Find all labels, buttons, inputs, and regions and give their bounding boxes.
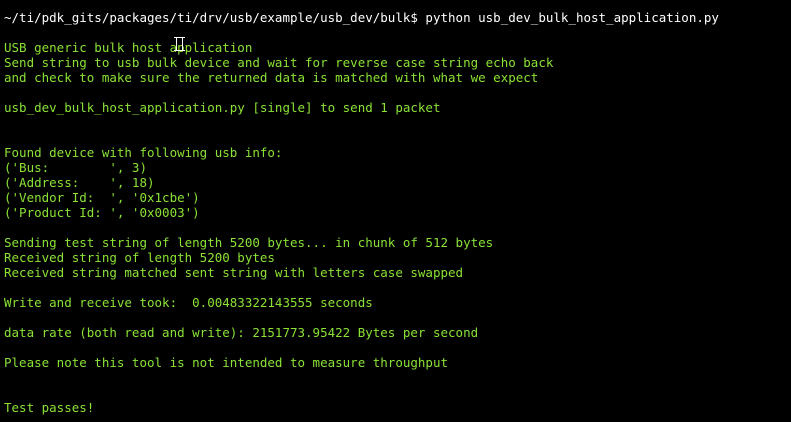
output-note: Please note this tool is not intended to… [4, 355, 449, 370]
output-timing: Write and receive took: 0.00483322143555… [4, 295, 373, 310]
output-usage: usb_dev_bulk_host_application.py [single… [4, 100, 441, 115]
output-vendor-id: ('Vendor Id: ', '0x1cbe') [4, 190, 200, 205]
output-address: ('Address: ', 18) [4, 175, 155, 190]
prompt-line: ~/ti/pdk_gits/packages/ti/drv/usb/exampl… [4, 10, 719, 25]
output-intro-desc-2: and check to make sure the returned data… [4, 70, 539, 85]
output-sending: Sending test string of length 5200 bytes… [4, 235, 494, 250]
output-test-passes: Test passes! [4, 400, 95, 415]
output-received: Received string of length 5200 bytes [4, 250, 275, 265]
text-cursor-icon [174, 37, 185, 51]
terminal-window[interactable]: ~/ti/pdk_gits/packages/ti/drv/usb/exampl… [0, 0, 791, 422]
output-intro-title: USB generic bulk host application [4, 40, 253, 55]
output-found-device: Found device with following usb info: [4, 145, 283, 160]
output-intro-desc-1: Send string to usb bulk device and wait … [4, 55, 554, 70]
output-matched: Received string matched sent string with… [4, 265, 464, 280]
output-bus: ('Bus: ', 3) [4, 160, 147, 175]
output-product-id: ('Product Id: ', '0x0003') [4, 205, 200, 220]
output-data-rate: data rate (both read and write): 2151773… [4, 325, 479, 340]
